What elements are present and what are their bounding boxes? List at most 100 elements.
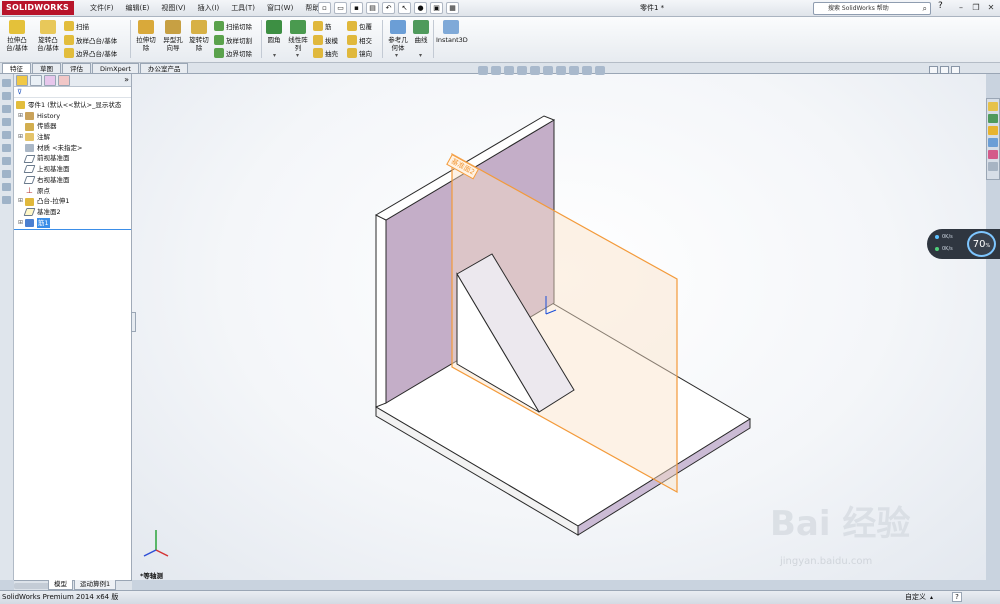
panel-splitter-handle[interactable] — [131, 312, 136, 332]
menu-insert[interactable]: 插入(I) — [192, 0, 226, 17]
arc-tool-icon[interactable] — [2, 131, 11, 139]
solidworks-logo[interactable]: SOLIDWORKS — [2, 1, 74, 15]
units-dropdown-icon[interactable]: ▴ — [930, 591, 933, 604]
tree-item-rib1[interactable]: ⊞ 筋1 — [14, 217, 131, 229]
zoom-fit-icon[interactable] — [478, 66, 488, 75]
status-help-button[interactable]: ? — [952, 592, 962, 602]
view-orientation-icon[interactable] — [530, 66, 540, 75]
edit-appearance-icon[interactable] — [569, 66, 579, 75]
tab-model[interactable]: 模型 — [48, 580, 73, 590]
draft-button[interactable]: 拔模 — [313, 34, 338, 46]
wall-edge-face[interactable] — [375, 214, 387, 408]
loft-boss-button[interactable]: 放样凸台/基体 — [64, 34, 117, 46]
sweep-button[interactable]: 扫描 — [64, 20, 89, 32]
circle-tool-icon[interactable] — [2, 118, 11, 126]
close-icon[interactable]: ✕ — [984, 1, 998, 14]
tree-item-boss-extrude1[interactable]: ⊞ 凸台-拉伸1 — [14, 196, 131, 207]
spline-tool-icon[interactable] — [2, 144, 11, 152]
expand-icon[interactable]: ⊞ — [18, 218, 25, 229]
expand-icon[interactable]: ⊞ — [18, 132, 25, 143]
menu-file[interactable]: 文件(F) — [84, 0, 120, 17]
reference-geometry-button[interactable]: 参考几 何体 — [386, 20, 410, 52]
network-speed-widget[interactable]: 0K/s 0K/s 70% — [927, 229, 1000, 259]
custom-properties-icon[interactable] — [988, 162, 998, 171]
expand-panel-icon[interactable]: » — [124, 75, 129, 85]
linear-pattern-button[interactable]: 线性阵 列 — [286, 20, 310, 52]
expand-icon[interactable]: ⊞ — [18, 196, 25, 207]
curves-dropdown-icon[interactable]: ▾ — [419, 52, 422, 59]
home-icon[interactable] — [988, 102, 998, 111]
relation-tool-icon[interactable] — [2, 170, 11, 178]
extrude-boss-button[interactable]: 拉伸凸 台/基体 — [4, 20, 30, 52]
boundary-cut-button[interactable]: 边界切除 — [214, 47, 252, 59]
menu-edit[interactable]: 编辑(E) — [120, 0, 156, 17]
minimize-icon[interactable]: – — [954, 1, 968, 14]
menu-tools[interactable]: 工具(T) — [225, 0, 261, 17]
tree-item-top-plane[interactable]: 上视基准面 — [14, 164, 131, 175]
sketch-tool-icon[interactable] — [2, 79, 11, 87]
help-question-icon[interactable]: ? — [938, 1, 943, 11]
file-props-icon[interactable]: ▣ — [430, 2, 443, 14]
curves-button[interactable]: 曲线 — [412, 20, 430, 44]
fillet-dropdown-icon[interactable]: ▾ — [273, 52, 276, 59]
boundary-boss-button[interactable]: 边界凸台/基体 — [64, 47, 117, 59]
config-manager-tab-icon[interactable] — [44, 75, 56, 86]
rib-button[interactable]: 筋 — [313, 20, 332, 32]
units-selector[interactable]: 自定义 — [905, 591, 926, 604]
save-icon[interactable]: ▪ — [350, 2, 363, 14]
select-arrow-icon[interactable]: ↖ — [398, 2, 411, 14]
viewport-restore-icon[interactable] — [940, 66, 949, 74]
search-icon[interactable]: ⌕ — [923, 3, 927, 14]
hole-wizard-button[interactable]: 异型孔 向导 — [160, 20, 186, 52]
rebuild-icon[interactable]: ● — [414, 2, 427, 14]
instant3d-button[interactable]: Instant3D — [436, 20, 468, 44]
trim-tool-icon[interactable] — [2, 183, 11, 191]
tree-item-right-plane[interactable]: 右视基准面 — [14, 175, 131, 186]
view-settings-icon[interactable] — [595, 66, 605, 75]
tab-motion-study1[interactable]: 运动算例1 — [74, 580, 117, 590]
new-doc-icon[interactable]: ▫ — [318, 2, 331, 14]
ref-geometry-dropdown-icon[interactable]: ▾ — [395, 52, 398, 59]
options-icon[interactable]: ▦ — [446, 2, 459, 14]
offset-tool-icon[interactable] — [2, 196, 11, 204]
tree-filter-icon[interactable]: ⊽ — [14, 87, 131, 98]
tree-item-annotations[interactable]: ⊞ 注解 — [14, 132, 131, 143]
file-explorer-icon[interactable] — [988, 138, 998, 147]
viewport-minimize-icon[interactable] — [929, 66, 938, 74]
lofted-cut-button[interactable]: 放样切割 — [214, 34, 252, 46]
tree-item-material[interactable]: 材质 <未指定> — [14, 143, 131, 154]
viewport-close-icon[interactable] — [951, 66, 960, 74]
zoom-area-icon[interactable] — [491, 66, 501, 75]
tree-item-origin[interactable]: ⊥ 原点 — [14, 186, 131, 197]
hide-show-icon[interactable] — [556, 66, 566, 75]
dimension-tool-icon[interactable] — [2, 157, 11, 165]
swept-cut-button[interactable]: 扫描切除 — [214, 20, 252, 32]
section-view-icon[interactable] — [517, 66, 527, 75]
mirror-button[interactable]: 镜向 — [347, 47, 372, 59]
tree-root[interactable]: 零件1 (默认<<默认>_显示状态 — [14, 100, 131, 111]
revolve-cut-button[interactable]: 旋转切 除 — [187, 20, 211, 52]
tab-dimxpert[interactable]: DimXpert — [92, 63, 139, 73]
fillet-button[interactable]: 圆角 — [264, 20, 284, 44]
display-manager-tab-icon[interactable] — [58, 75, 70, 86]
open-folder-icon[interactable]: ▭ — [334, 2, 347, 14]
tab-evaluate[interactable]: 评估 — [62, 63, 91, 73]
pattern-dropdown-icon[interactable]: ▾ — [296, 52, 299, 59]
shell-button[interactable]: 抽壳 — [313, 47, 338, 59]
display-style-icon[interactable] — [543, 66, 553, 75]
print-icon[interactable]: ▤ — [366, 2, 379, 14]
revolve-boss-button[interactable]: 旋转凸 台/基体 — [34, 20, 62, 52]
extrude-cut-button[interactable]: 拉伸切 除 — [134, 20, 158, 52]
tree-item-history[interactable]: ⊞ History — [14, 111, 131, 122]
menu-window[interactable]: 窗口(W) — [261, 0, 299, 17]
resources-icon[interactable] — [988, 114, 998, 123]
tab-features[interactable]: 特征 — [2, 63, 31, 73]
restore-icon[interactable]: ❐ — [969, 1, 983, 14]
feature-tree-tab-icon[interactable] — [16, 75, 28, 86]
intersect-button[interactable]: 相交 — [347, 34, 372, 46]
undo-icon[interactable]: ↶ — [382, 2, 395, 14]
tab-sketch[interactable]: 草图 — [32, 63, 61, 73]
help-search-input[interactable]: 搜索 SolidWorks 帮助 ⌕ — [813, 2, 931, 15]
previous-view-icon[interactable] — [504, 66, 514, 75]
tree-item-front-plane[interactable]: 前视基准面 — [14, 153, 131, 164]
